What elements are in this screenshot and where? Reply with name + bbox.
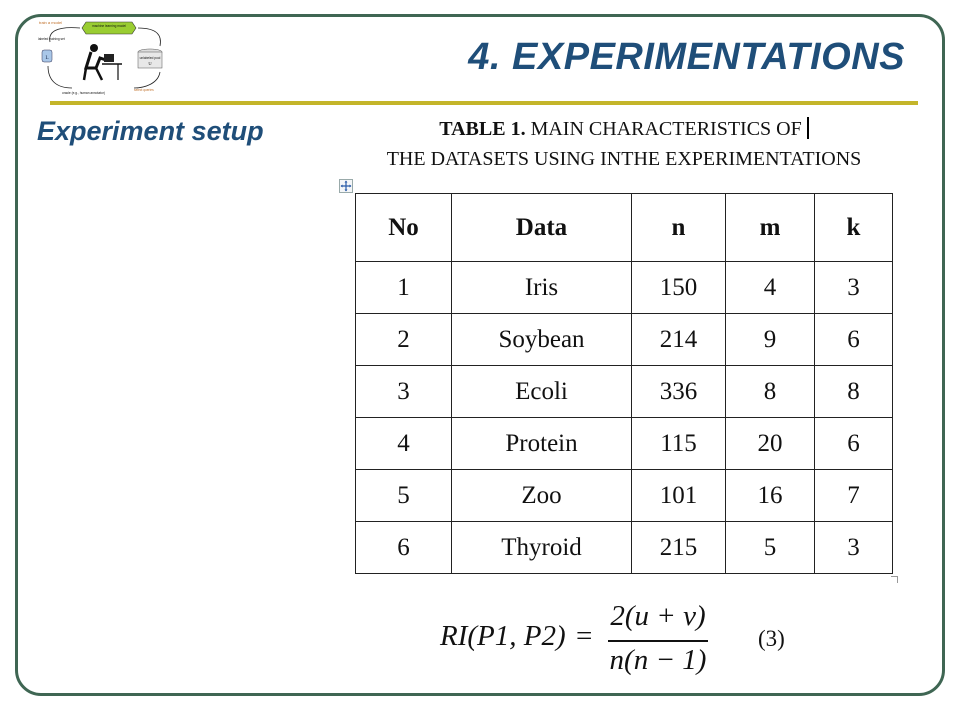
table-move-handle-icon[interactable]	[339, 179, 353, 193]
annotator-icon	[82, 44, 122, 81]
header-n: n	[631, 193, 726, 262]
section-subtitle: Experiment setup	[37, 116, 264, 146]
cell-data: Protein	[451, 417, 632, 470]
table-row: 2 Soybean 214 9 6	[355, 313, 893, 366]
active-learning-diagram: train a model machine learning model lab…	[38, 20, 163, 95]
cell-no: 6	[355, 521, 452, 574]
table-caption-text: MAIN CHARACTERISTICS OF	[525, 118, 802, 140]
header-no: No	[355, 193, 452, 262]
table-row: 5 Zoo 101 16 7	[355, 469, 893, 522]
cell-k: 6	[814, 417, 893, 470]
train-label: train a model	[39, 20, 62, 25]
cell-m: 16	[725, 469, 815, 522]
table-row: 6 Thyroid 215 5 3	[355, 521, 893, 574]
cell-n: 101	[631, 469, 726, 522]
table-row: 4 Protein 115 20 6	[355, 417, 893, 470]
arrow-query	[137, 27, 161, 47]
slide-title: 4. EXPERIMENTATIONS	[468, 36, 905, 78]
title-divider	[50, 101, 918, 105]
table-row: 3 Ecoli 336 8 8	[355, 365, 893, 418]
cell-data: Iris	[451, 261, 632, 314]
cell-k: 6	[814, 313, 893, 366]
labeled-symbol: L	[45, 56, 48, 61]
cell-k: 7	[814, 469, 893, 522]
formula-fraction-bar	[608, 640, 708, 642]
model-label: machine learning model	[92, 24, 126, 28]
datasets-table: No Data n m k 1 Iris 150 4 3 2 Soybean 2…	[355, 193, 893, 574]
arrow-label	[47, 65, 73, 89]
cell-m: 8	[725, 365, 815, 418]
formula-denominator: n(n − 1)	[609, 644, 707, 676]
formula-numerator: 2(u + v)	[610, 600, 706, 632]
cell-no: 4	[355, 417, 452, 470]
table-row: 1 Iris 150 4 3	[355, 261, 893, 314]
rand-index-formula: RI(P1, P2) = 2(u + v) n(n − 1) (3)	[430, 598, 810, 688]
table-caption-label: TABLE 1.	[439, 118, 526, 140]
cell-m: 5	[725, 521, 815, 574]
cell-m: 9	[725, 313, 815, 366]
query-label: select queries	[134, 88, 154, 92]
cell-no: 2	[355, 313, 452, 366]
cell-n: 336	[631, 365, 726, 418]
formula-number: (3)	[758, 626, 785, 651]
header-m: m	[725, 193, 815, 262]
oracle-label: oracle (e.g., human annotator)	[62, 91, 105, 95]
formula-equals: =	[576, 620, 593, 652]
cell-k: 3	[814, 261, 893, 314]
cell-no: 1	[355, 261, 452, 314]
text-cursor	[806, 117, 809, 139]
arrow-select	[133, 71, 161, 89]
cell-m: 4	[725, 261, 815, 314]
cell-k: 3	[814, 521, 893, 574]
cell-n: 150	[631, 261, 726, 314]
cell-n: 115	[631, 417, 726, 470]
cell-no: 5	[355, 469, 452, 522]
table-resize-handle[interactable]	[891, 576, 898, 583]
cell-no: 3	[355, 365, 452, 418]
table-caption-line2: THE DATASETS USING INTHE EXPERIMENTATION…	[386, 148, 862, 170]
cell-data: Thyroid	[451, 521, 632, 574]
labeled-set-label: labeled training set	[38, 37, 65, 41]
table-caption-line1: TABLE 1. MAIN CHARACTERISTICS OF	[340, 117, 908, 141]
cell-data: Soybean	[451, 313, 632, 366]
cell-data: Zoo	[451, 469, 632, 522]
cell-n: 215	[631, 521, 726, 574]
cell-k: 8	[814, 365, 893, 418]
cell-data: Ecoli	[451, 365, 632, 418]
cell-m: 20	[725, 417, 815, 470]
cell-n: 214	[631, 313, 726, 366]
formula-lhs: RI(P1, P2)	[440, 620, 566, 652]
table-header-row: No Data n m k	[355, 193, 893, 262]
unlabeled-label: unlabeled pool	[140, 56, 161, 60]
header-data: Data	[451, 193, 632, 262]
header-k: k	[814, 193, 893, 262]
